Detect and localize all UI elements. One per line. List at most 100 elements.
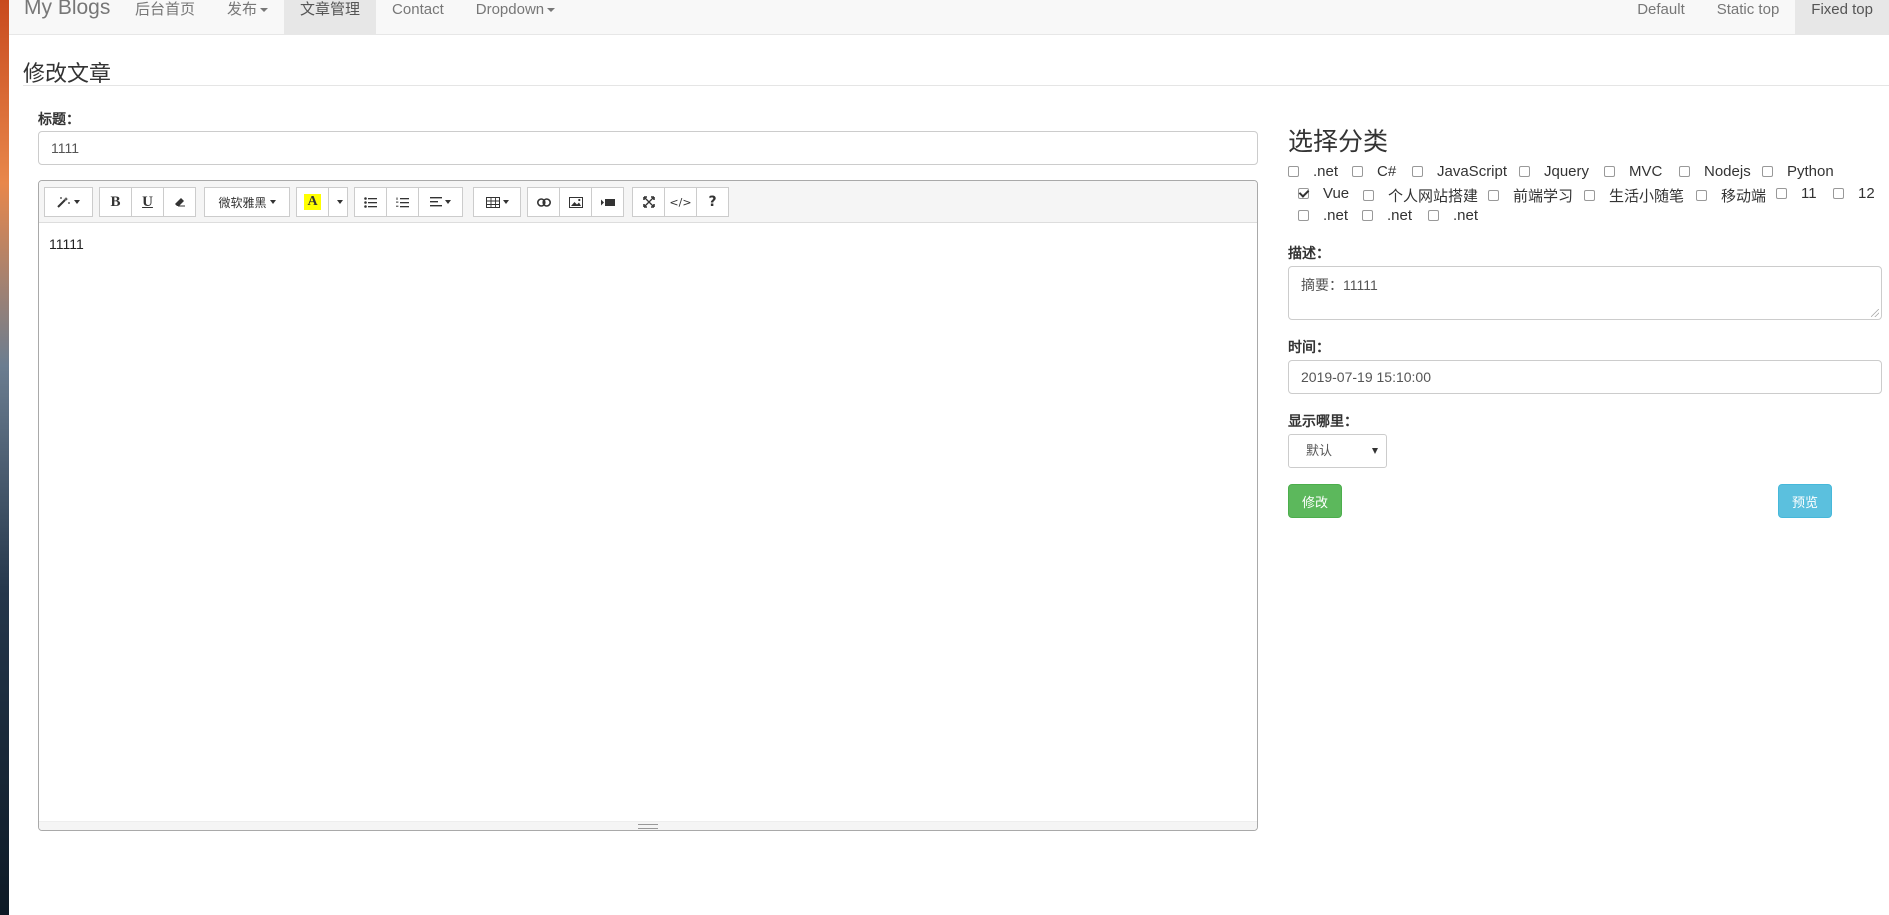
clear-format-button[interactable]: [163, 187, 196, 217]
checkbox[interactable]: [1363, 190, 1374, 201]
color-dropdown-button[interactable]: [328, 187, 348, 217]
checkbox[interactable]: [1298, 210, 1309, 221]
picture-icon: [568, 196, 583, 208]
editor-resize-bar[interactable]: [39, 821, 1257, 830]
insert-link-button[interactable]: [527, 187, 560, 217]
paragraph-align-button[interactable]: [418, 187, 463, 217]
preview-button[interactable]: 预览: [1778, 484, 1832, 518]
checkbox[interactable]: [1519, 166, 1530, 177]
save-button[interactable]: 修改: [1288, 484, 1342, 518]
category-label: 生活小随笔: [1609, 188, 1685, 205]
table-icon: [485, 196, 500, 208]
category-checkbox[interactable]: .net: [1428, 207, 1478, 224]
bullet-list-icon: [364, 196, 377, 208]
checkbox[interactable]: [1584, 190, 1595, 201]
checkbox[interactable]: [1352, 166, 1363, 177]
navbar-brand[interactable]: My Blogs: [24, 0, 110, 19]
checkbox[interactable]: [1833, 188, 1844, 199]
category-checkbox[interactable]: 前端学习: [1488, 185, 1573, 206]
category-checkbox[interactable]: JavaScript: [1412, 163, 1507, 180]
display-location-value: 默认: [1306, 443, 1333, 458]
resize-grip-icon: [638, 824, 658, 829]
nav-item-label: Dropdown: [475, 1, 545, 18]
help-button[interactable]: ?: [696, 187, 729, 217]
editor-toolbar: B U 微软雅黑 A </> ?: [39, 181, 1257, 223]
display-location-select[interactable]: 默认: [1288, 434, 1387, 468]
caret-down-icon: [269, 200, 276, 204]
underline-button[interactable]: U: [131, 187, 164, 217]
nav-item-dashboard[interactable]: 后台首页: [119, 0, 211, 35]
category-checkbox[interactable]: .net: [1362, 207, 1412, 224]
insert-image-button[interactable]: [559, 187, 592, 217]
time-label: 时间：: [1288, 339, 1330, 355]
ordered-list-button[interactable]: [386, 187, 419, 217]
resize-handle-icon[interactable]: [1871, 309, 1879, 317]
checkbox[interactable]: [1412, 166, 1423, 177]
category-checkbox[interactable]: Vue: [1298, 185, 1349, 202]
checkbox[interactable]: [1428, 210, 1439, 221]
nav-item-dropdown[interactable]: Dropdown: [460, 0, 571, 35]
category-label: Nodejs: [1704, 163, 1751, 180]
nav-item-fixed-top[interactable]: Fixed top: [1795, 0, 1889, 35]
font-family-select[interactable]: 微软雅黑: [204, 187, 290, 217]
category-checkbox[interactable]: 移动端: [1696, 185, 1766, 206]
nav-item-default[interactable]: Default: [1621, 0, 1701, 35]
category-label: .net: [1387, 207, 1413, 224]
nav-item-article-management[interactable]: 文章管理: [284, 0, 377, 35]
table-button[interactable]: [473, 187, 521, 217]
category-checkbox[interactable]: Nodejs: [1679, 163, 1751, 180]
checkbox[interactable]: [1776, 188, 1787, 199]
category-checkbox[interactable]: Python: [1762, 163, 1834, 180]
category-label: Jquery: [1544, 163, 1590, 180]
title-input[interactable]: 1111: [38, 131, 1258, 165]
caret-down-icon: [502, 200, 509, 204]
nav-item-static-top[interactable]: Static top: [1701, 0, 1796, 35]
checkbox[interactable]: [1288, 166, 1299, 177]
color-button[interactable]: A: [296, 187, 329, 217]
nav-item-contact[interactable]: Contact: [376, 0, 460, 35]
description-textarea[interactable]: 摘要：11111: [1288, 266, 1882, 320]
nav-item-publish[interactable]: 发布: [211, 0, 284, 35]
navbar-right-menu: Default Static top Fixed top: [1621, 0, 1889, 35]
fullscreen-icon: [642, 196, 655, 208]
category-checkbox[interactable]: 11: [1776, 185, 1817, 202]
bold-button[interactable]: B: [99, 187, 132, 217]
category-checkbox[interactable]: .net: [1298, 207, 1348, 224]
nav-item-label: Static top: [1716, 1, 1780, 18]
category-checkbox[interactable]: 个人网站搭建: [1363, 185, 1478, 206]
insert-video-button[interactable]: [591, 187, 624, 217]
category-checkbox[interactable]: Jquery: [1519, 163, 1589, 180]
font-family-value: 微软雅黑: [218, 195, 267, 210]
font-color-icon: A: [304, 194, 321, 210]
dropdown-arrow-icon: [1372, 448, 1378, 454]
desktop-background-strip: [0, 0, 9, 915]
category-label: 11: [1801, 185, 1817, 202]
checkbox[interactable]: [1362, 210, 1373, 221]
fullscreen-button[interactable]: [632, 187, 665, 217]
editor-content[interactable]: 11111: [49, 236, 84, 252]
eraser-icon: [174, 198, 185, 207]
checkbox[interactable]: [1679, 166, 1690, 177]
display-location-label: 显示哪里：: [1288, 413, 1358, 429]
category-label: .net: [1313, 163, 1339, 180]
category-label: .net: [1323, 207, 1349, 224]
time-input[interactable]: 2019-07-19 15:10:00: [1288, 360, 1882, 394]
checkbox[interactable]: [1762, 166, 1773, 177]
checkbox[interactable]: [1604, 166, 1615, 177]
category-checkbox[interactable]: MVC: [1604, 163, 1662, 180]
category-label: 前端学习: [1513, 188, 1574, 205]
category-label: C#: [1377, 163, 1397, 180]
category-checkbox[interactable]: C#: [1352, 163, 1396, 180]
checkbox[interactable]: [1488, 190, 1499, 201]
checkbox[interactable]: [1696, 190, 1707, 201]
description-text: 摘要：11111: [1301, 277, 1378, 293]
checkbox[interactable]: [1298, 188, 1309, 199]
nav-item-label: Default: [1637, 1, 1685, 18]
style-button[interactable]: [44, 187, 93, 217]
category-checkbox[interactable]: .net: [1288, 163, 1338, 180]
unordered-list-button[interactable]: [354, 187, 387, 217]
category-label: MVC: [1629, 163, 1663, 180]
code-view-button[interactable]: </>: [664, 187, 697, 217]
category-checkbox[interactable]: 12: [1833, 185, 1875, 202]
category-checkbox[interactable]: 生活小随笔: [1584, 185, 1684, 206]
